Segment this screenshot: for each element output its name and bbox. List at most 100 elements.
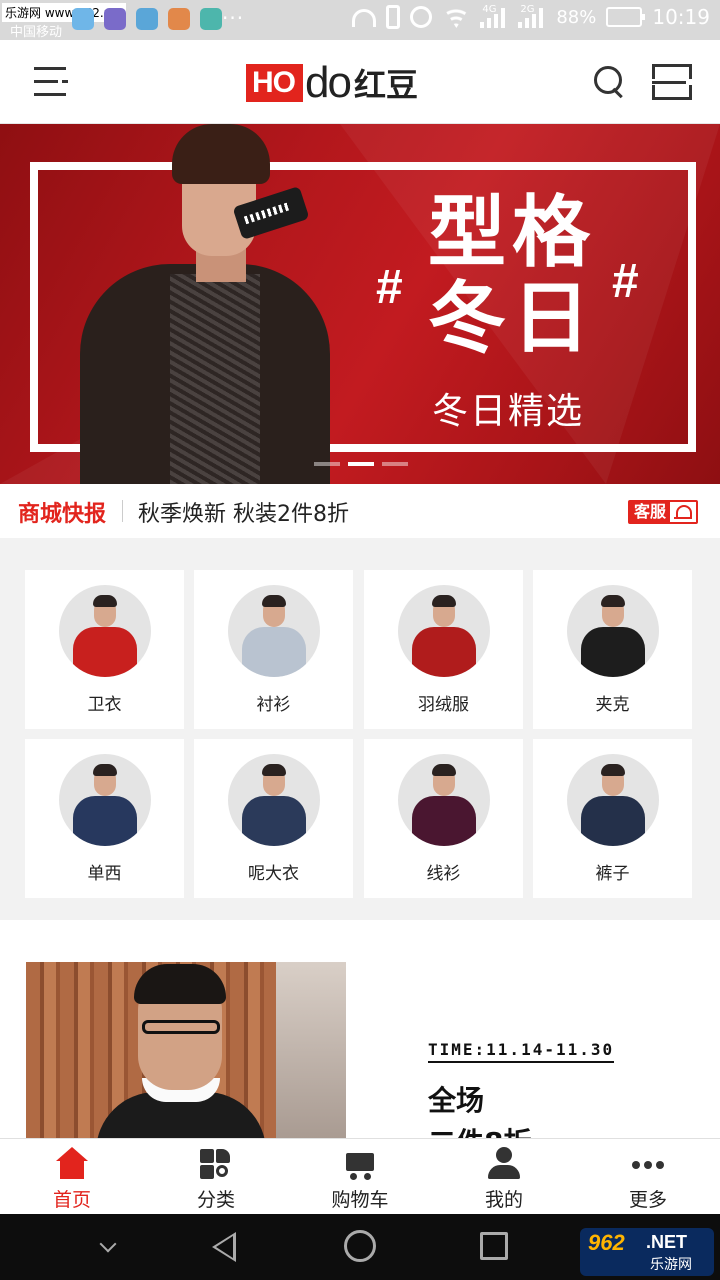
banner-hash-left: # [376,261,403,314]
signal-4g-icon: 4G [480,4,508,28]
tab-more[interactable]: 更多 [576,1139,720,1215]
category-label: 衬衫 [256,695,291,715]
category-label: 羽绒服 [418,695,469,715]
promo-model-image [26,962,346,1138]
divider [122,500,123,522]
battery-icon [606,7,646,27]
banner-title-line1: 型格 [428,188,597,278]
search-icon[interactable] [592,64,628,100]
notification-app-icon [200,8,222,30]
banner-title: 型格 冬日 [428,190,596,362]
carrier-label: 中国移动 [10,25,63,40]
category-label: 裤子 [595,864,630,884]
category-image [228,754,320,846]
alarm-icon [410,6,433,28]
banner-title-line2: 冬日 [428,274,597,364]
category-label: 单西 [87,864,122,884]
watermark-number: 962 [588,1230,625,1255]
category-label: 卫衣 [87,695,122,715]
home-icon [54,1147,90,1181]
tab-home[interactable]: 首页 [0,1139,144,1215]
user-icon [486,1147,522,1181]
notification-app-icon [168,8,190,30]
category-item[interactable]: 卫衣 [25,570,184,729]
notification-icons [72,8,222,30]
headset-icon [352,9,377,27]
bottom-tab-bar: 首页 分类 购物车 我的 更多 [0,1138,720,1214]
banner-hash-right: # [612,255,639,308]
promo-time: TIME:11.14-11.30 [428,1040,615,1063]
category-image [567,754,659,846]
tab-label: 更多 [628,1189,667,1211]
hero-banner[interactable]: # # 型格 冬日 冬日精选 [0,124,720,484]
logo-ho: HO [246,64,303,102]
category-item[interactable]: 夹克 [533,570,692,729]
network-2g-label: 2G [520,4,535,15]
hodo-logo[interactable]: HO do 红豆 [246,60,418,106]
logo-do: do [305,58,352,107]
news-label: 商城快报 [18,502,107,527]
recent-apps-icon[interactable] [480,1232,508,1260]
category-item[interactable]: 裤子 [533,739,692,898]
tab-label: 首页 [52,1189,91,1211]
app-header: HO do 红豆 [0,40,720,124]
tab-label: 我的 [484,1189,523,1211]
watermark-cn: 乐游网 [650,1257,692,1273]
watermark-logo: 962 .NET 乐游网 [580,1228,714,1276]
category-item[interactable]: 呢大衣 [194,739,353,898]
category-label: 夹克 [595,695,630,715]
tab-cart[interactable]: 购物车 [288,1139,432,1215]
category-item[interactable]: 衬衫 [194,570,353,729]
notification-app-icon [72,8,94,30]
tab-category[interactable]: 分类 [144,1139,288,1215]
category-image [59,585,151,677]
back-icon[interactable] [212,1232,236,1262]
category-grid: 卫衣 衬衫 羽绒服 夹克单西 呢大衣 线衫 裤子 [0,538,720,920]
category-label: 呢大衣 [248,864,299,884]
banner-model-image [80,124,330,484]
promo-title-line1: 全场 [428,1084,485,1117]
clock: 10:19 [652,5,710,29]
category-image [398,585,490,677]
category-item[interactable]: 单西 [25,739,184,898]
menu-icon[interactable] [34,64,70,100]
category-image [59,754,151,846]
carousel-dot[interactable] [382,462,408,466]
tab-me[interactable]: 我的 [432,1139,576,1215]
wifi-icon [442,6,471,28]
headset-icon [670,502,696,522]
category-image [228,585,320,677]
category-icon [198,1147,234,1181]
home-button-icon[interactable] [344,1230,376,1262]
category-label: 线衫 [426,864,461,884]
carousel-indicator [314,462,408,466]
tab-label: 购物车 [331,1189,389,1211]
status-bar: 乐游网 www.962.net 中国移动 ··· 4G 2G 88% 10:19 [0,0,720,40]
system-nav-bar: 962 .NET 乐游网 [0,1214,720,1280]
vibrate-icon [386,5,401,29]
carousel-dot[interactable] [314,462,340,466]
notification-app-icon [136,8,158,30]
banner-subtitle: 冬日精选 [432,391,585,432]
category-item[interactable]: 羽绒服 [364,570,523,729]
battery-percent: 88% [556,6,597,28]
tab-label: 分类 [196,1189,235,1211]
news-ticker: 商城快报 秋季焕新 秋装2件8折 客服 [0,484,720,538]
signal-2g-icon: 2G [518,4,546,28]
hide-nav-icon[interactable] [99,1235,117,1253]
more-icon [630,1147,666,1181]
more-notifications-icon: ··· [222,6,245,30]
category-image [398,754,490,846]
carousel-dot[interactable] [348,462,374,466]
customer-service-button[interactable]: 客服 [628,500,699,524]
category-item[interactable]: 线衫 [364,739,523,898]
category-image [567,585,659,677]
scan-icon[interactable] [652,64,692,100]
notification-app-icon [104,8,126,30]
network-4g-label: 4G [482,4,497,15]
news-text[interactable]: 秋季焕新 秋装2件8折 [138,496,349,528]
status-icons: 4G 2G 88% 10:19 [352,4,710,29]
watermark-net: .NET [646,1232,688,1252]
service-label: 客服 [630,502,671,522]
promo-section[interactable]: TIME:11.14-11.30 全场 二件8折 [0,920,720,1159]
